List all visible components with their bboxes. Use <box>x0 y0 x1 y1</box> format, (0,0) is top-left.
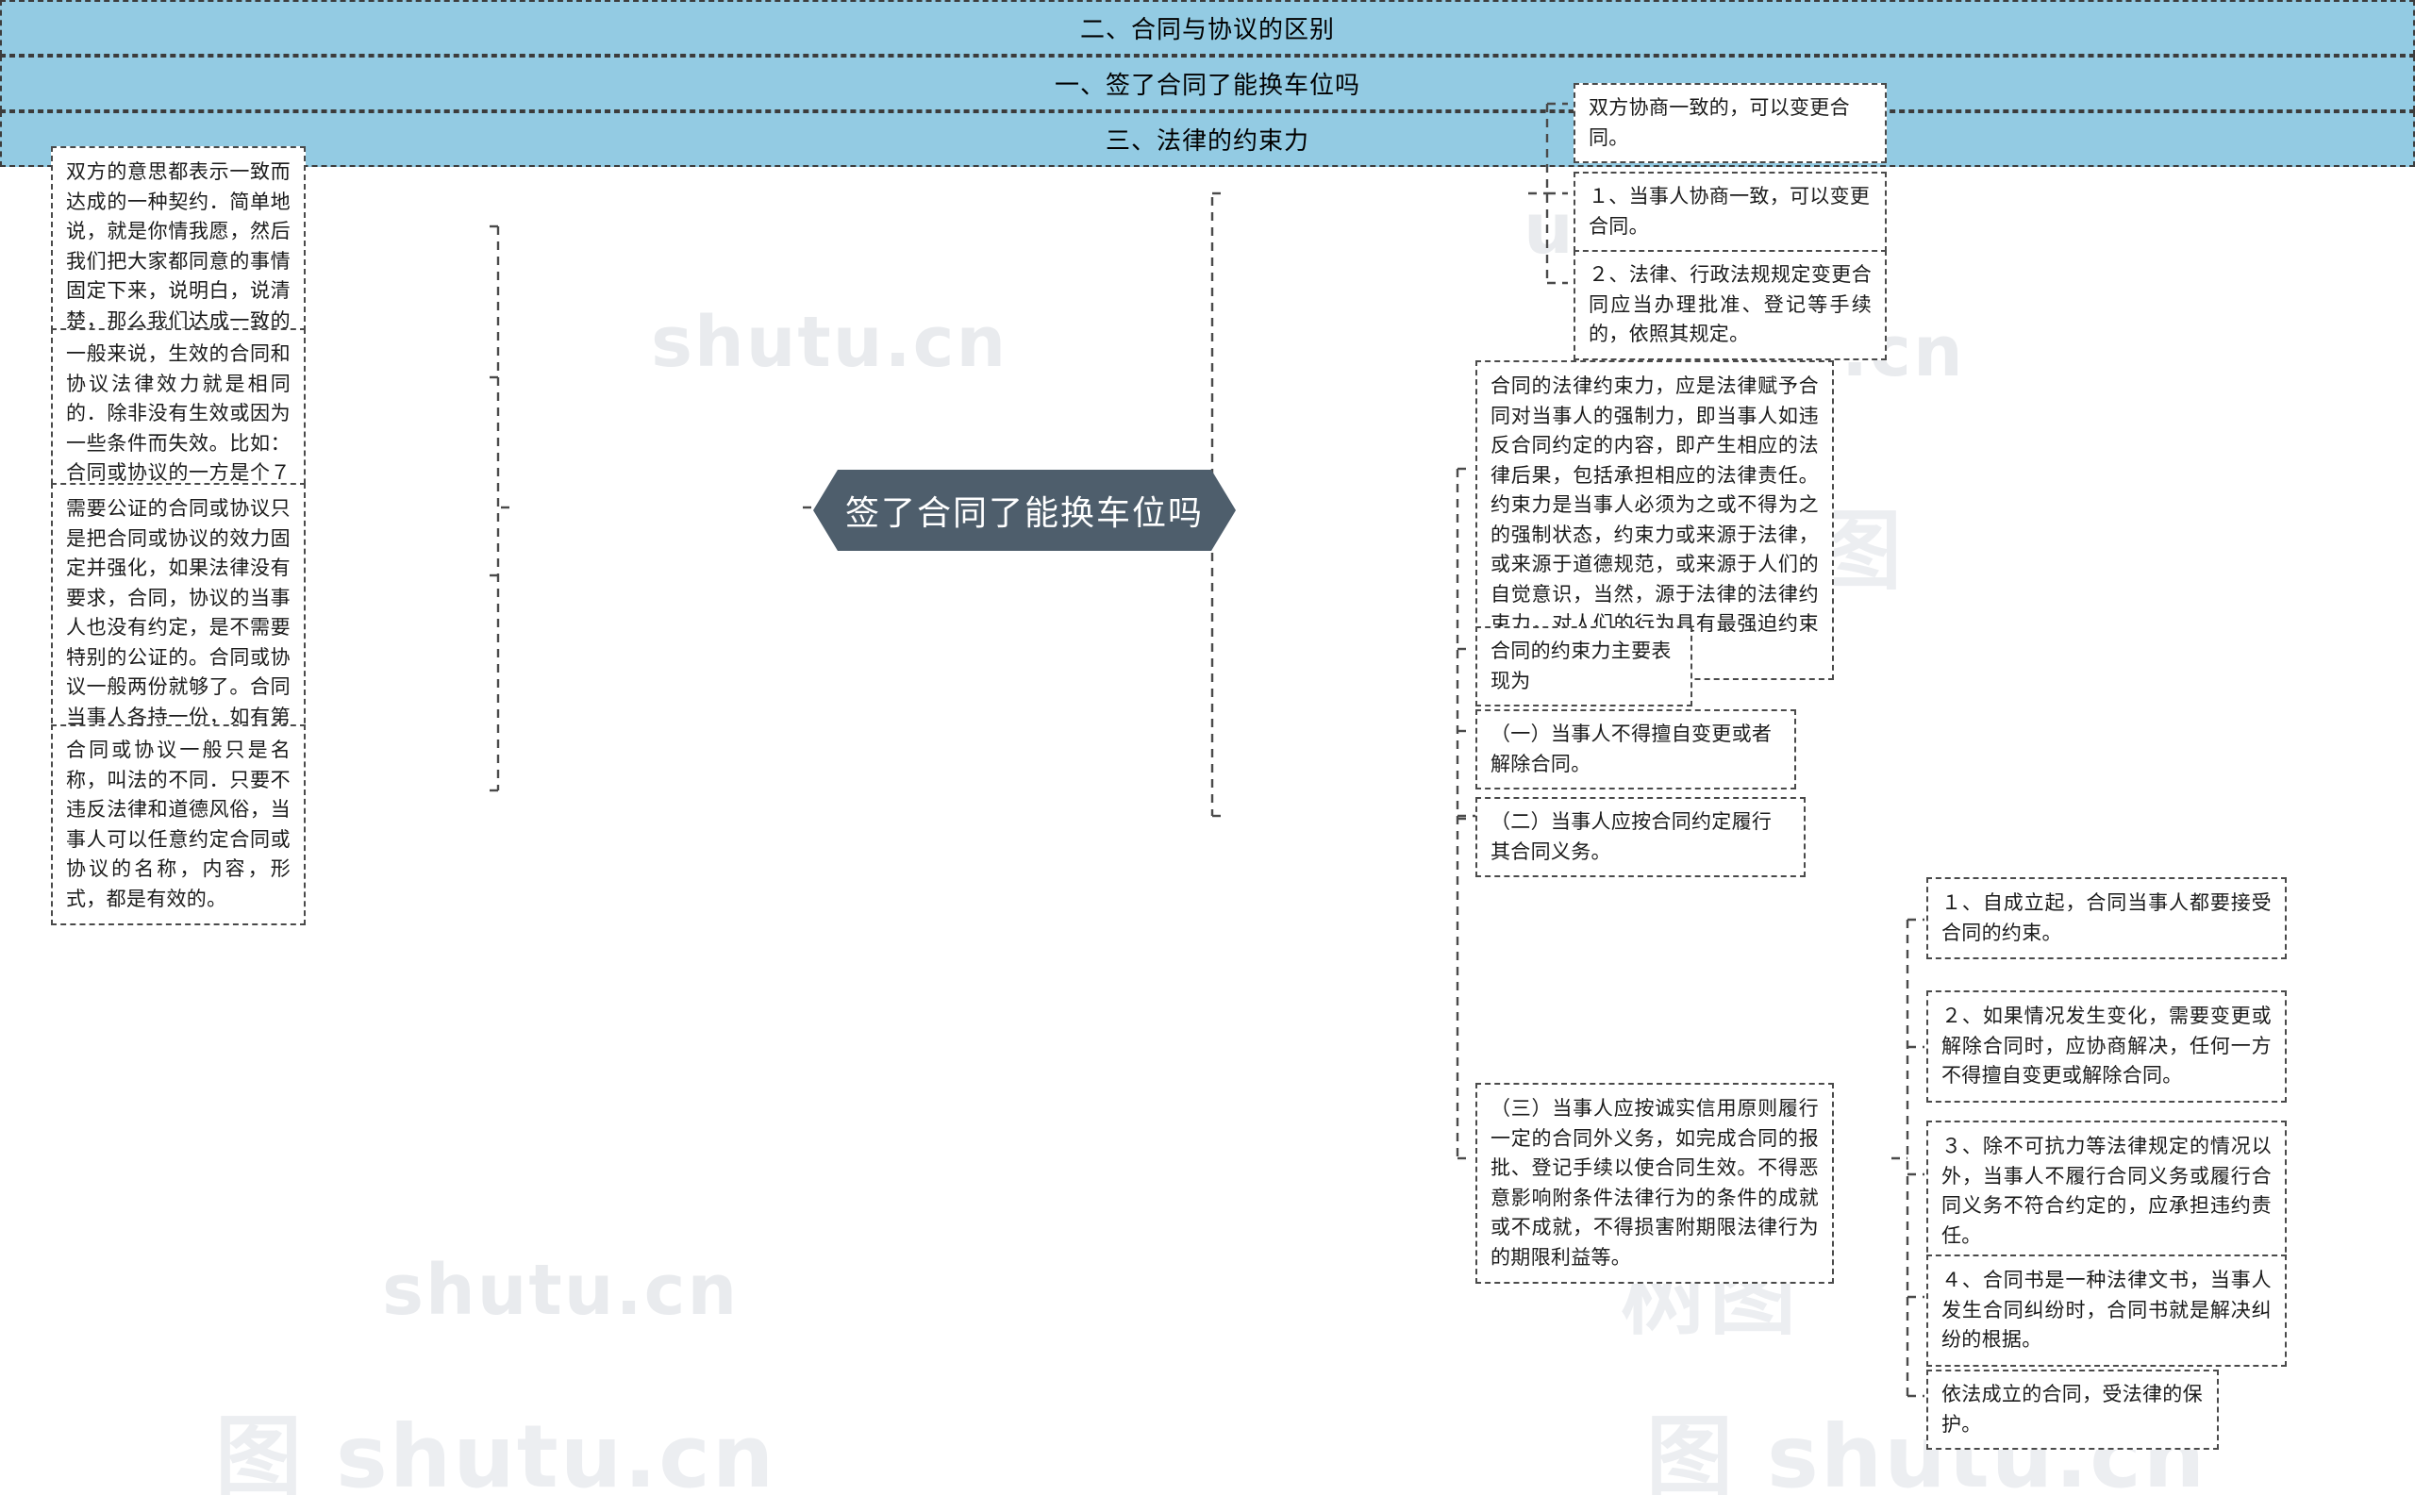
far-right-leaf-4[interactable]: ４、合同书是一种法律文书，当事人发生合同纠纷时，合同书就是解决纠纷的根据。 <box>1926 1254 2287 1367</box>
far-right-leaf-5[interactable]: 依法成立的合同，受法律的保护。 <box>1926 1370 2219 1450</box>
branch-three-leaf-5[interactable]: （三）当事人应按诚实信用原则履行一定的合同外义务，如完成合同的报批、登记手续以使… <box>1475 1083 1834 1284</box>
far-right-leaf-1[interactable]: １、自成立起，合同当事人都要接受合同的约束。 <box>1926 877 2287 959</box>
left-leaf-4[interactable]: 合同或协议一般只是名称，叫法的不同．只要不违反法律和道德风俗，当事人可以任意约定… <box>51 724 306 925</box>
branch-one-leaf-2[interactable]: １、当事人协商一致，可以变更合同。 <box>1574 172 1887 252</box>
branch-one-leaf-1[interactable]: 双方协商一致的，可以变更合同。 <box>1574 83 1887 163</box>
far-right-leaf-3[interactable]: ３、除不可抗力等法律规定的情况以外，当事人不履行合同义务或履行合同义务不符合约定… <box>1926 1121 2287 1262</box>
branch-three-leaf-2[interactable]: 合同的约束力主要表现为 <box>1475 626 1692 706</box>
mindmap-canvas: shutu.cn tu.cn 树图 树图 shutu.cn 图 shutu.cn… <box>0 0 2415 1507</box>
far-right-leaf-2[interactable]: ２、如果情况发生变化，需要变更或解除合同时，应协商解决，任何一方不得擅自变更或解… <box>1926 990 2287 1103</box>
branch-three-leaf-3[interactable]: （一）当事人不得擅自变更或者解除合同。 <box>1475 709 1796 789</box>
branch-one-leaf-3[interactable]: ２、法律、行政法规规定变更合同应当办理批准、登记等手续的，依照其规定。 <box>1574 250 1887 360</box>
root-node[interactable]: 签了合同了能换车位吗 <box>813 470 1236 551</box>
branch-three-leaf-4[interactable]: （二）当事人应按合同约定履行其合同义务。 <box>1475 797 1806 877</box>
